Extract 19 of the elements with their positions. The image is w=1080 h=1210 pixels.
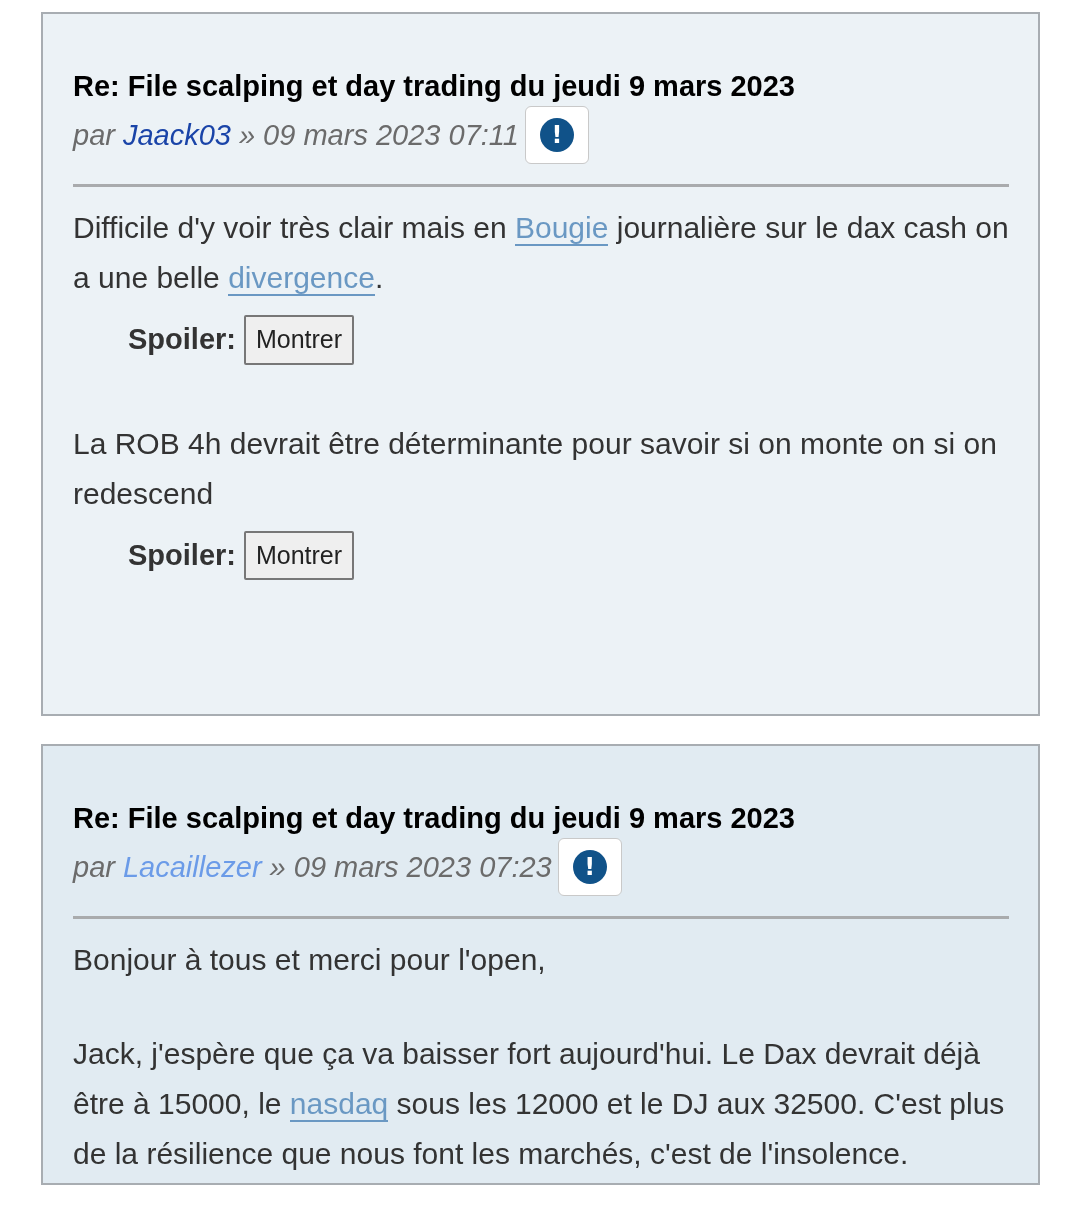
warning-icon: ! bbox=[539, 118, 574, 152]
author-link[interactable]: Jaack03 bbox=[122, 119, 231, 151]
post-date: » 09 mars 2023 07:11 bbox=[238, 118, 519, 153]
post-title: Re: File scalping et day trading du jeudi 9 mars 2023 bbox=[73, 69, 796, 104]
show-button[interactable]: Montrer bbox=[243, 530, 355, 580]
post-title: Re: File scalping et day trading du jeudi 9 mars 2023 bbox=[73, 801, 796, 836]
report-button[interactable]: ! bbox=[524, 106, 589, 164]
report-button[interactable]: ! bbox=[557, 838, 622, 896]
post-text: La ROB 4h devrait être déterminante pour savoir si on monte on si on redescend bbox=[73, 425, 998, 512]
post-text: Bonjour à tous et merci pour l'open, bbox=[73, 942, 547, 978]
post-text: Difficile d'y voir très clair mais en Bougie journalière sur le dax cash on a une belle divergence. bbox=[73, 210, 1009, 298]
spoiler-label: Spoiler: bbox=[128, 537, 236, 573]
post-meta: par bbox=[73, 118, 115, 153]
warning-icon: ! bbox=[572, 850, 607, 884]
spoiler-label: Spoiler: bbox=[128, 322, 236, 357]
post-text: Jack, j'espère que ça va baisser fort aujourd'hui. Le Dax devrait déjà être à 15000, le nasdaq sous les 12000 et le DJ aux 32500. C'est plus de la résilience que nous font les marchés, c'est de l'insolence. bbox=[73, 1036, 1006, 1172]
show-button[interactable]: Montrer bbox=[243, 315, 355, 365]
post-meta: par bbox=[73, 850, 115, 885]
post-date: » 09 mars 2023 07:23 bbox=[269, 850, 552, 885]
